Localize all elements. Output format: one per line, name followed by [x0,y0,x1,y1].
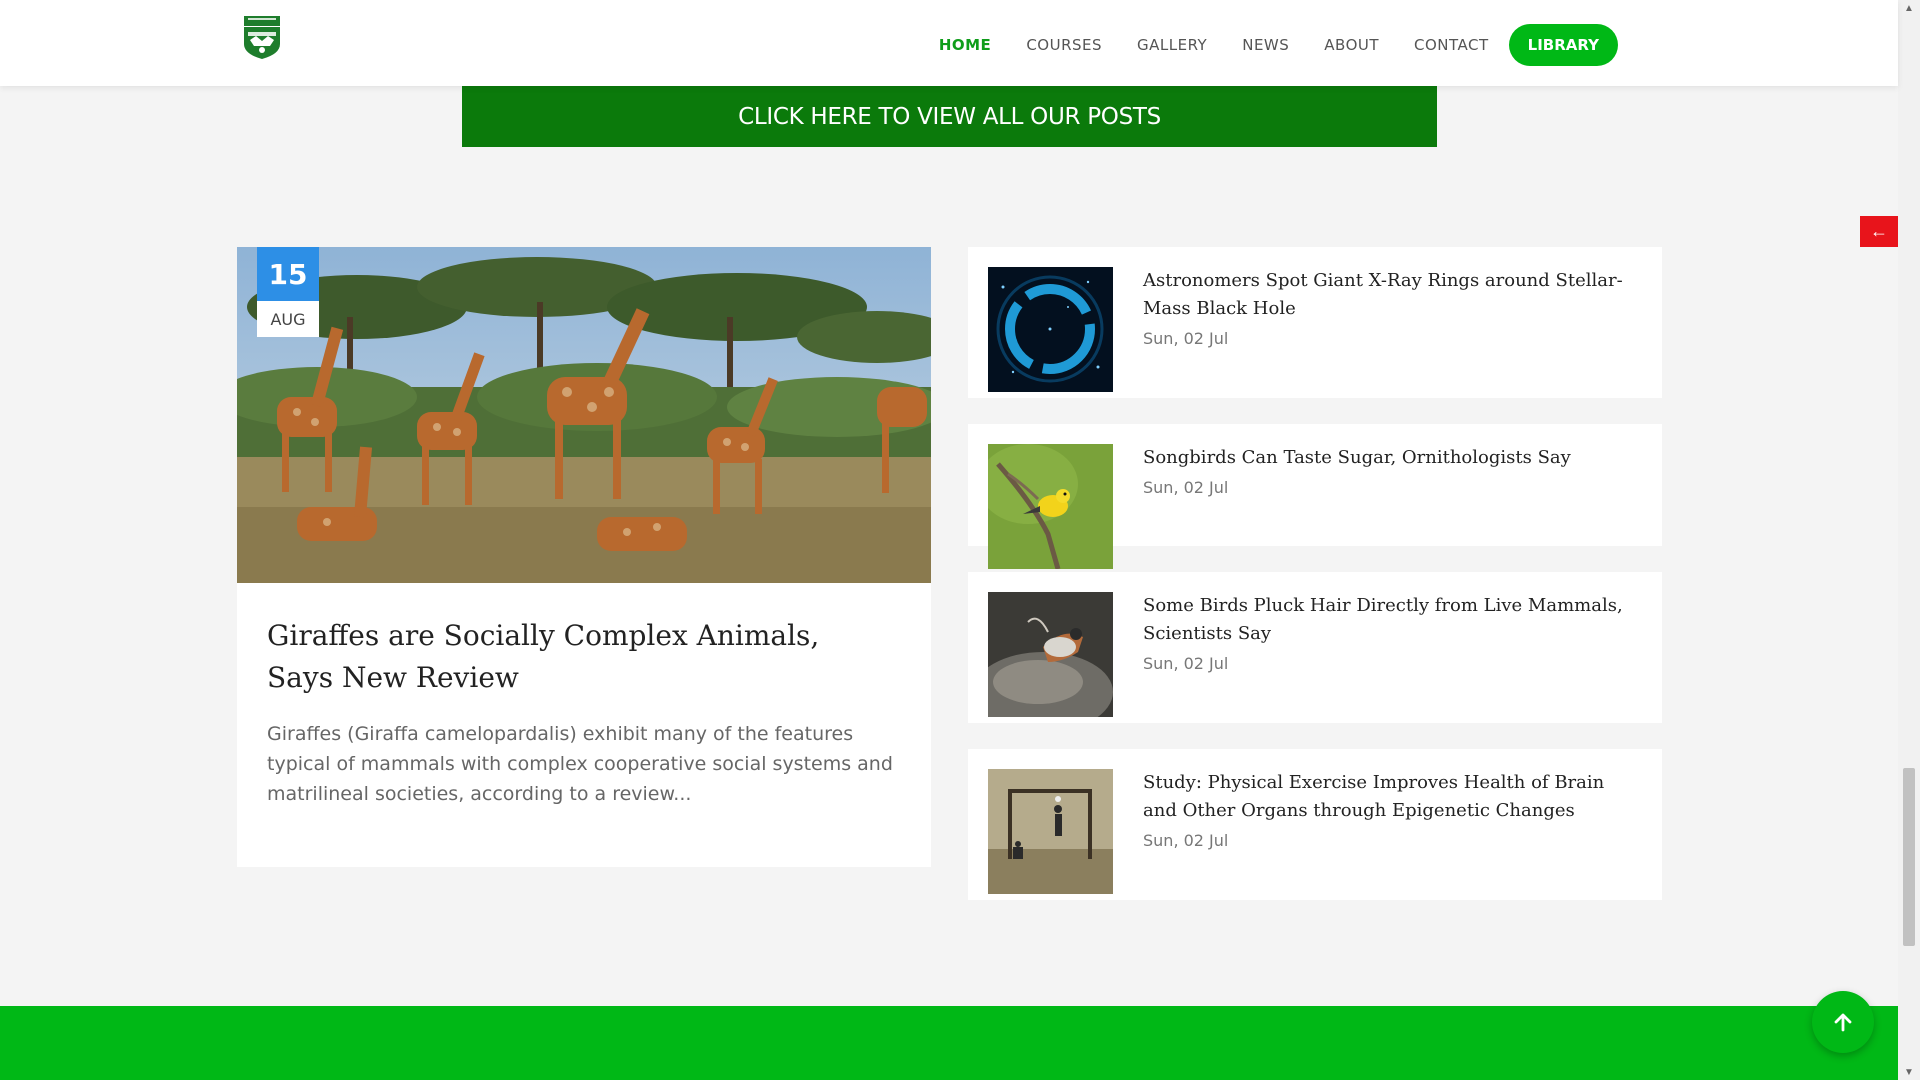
post-title[interactable]: Songbirds Can Taste Sugar, Ornithologist… [1143,444,1643,472]
list-item[interactable]: Study: Physical Exercise Improves Health… [968,749,1662,900]
list-item[interactable]: Astronomers Spot Giant X-Ray Rings aroun… [968,247,1662,398]
scrollbar-thumb[interactable] [1903,768,1915,946]
kids-playing-football-photo[interactable] [988,769,1113,894]
site-header: HOME COURSES GALLERY NEWS ABOUT CONTACT … [0,0,1898,86]
yellow-songbird-photo[interactable] [988,444,1113,569]
page-scrollbar[interactable]: ▲ ▼ [1898,0,1920,1080]
featured-post-excerpt: Giraffes (Giraffa camelopardalis) exhibi… [267,723,893,805]
date-badge: 15 AUG [257,247,319,337]
nav-contact[interactable]: CONTACT [1414,36,1489,54]
post-title[interactable]: Study: Physical Exercise Improves Health… [1143,769,1643,825]
date-day: 15 [257,247,319,301]
list-item[interactable]: Songbirds Can Taste Sugar, Ornithologist… [968,424,1662,569]
featured-post-title[interactable]: Giraffes are Socially Complex Animals, S… [267,615,887,699]
main-nav: HOME COURSES GALLERY NEWS ABOUT CONTACT … [904,24,1618,66]
nav-home[interactable]: HOME [939,36,991,54]
arrow-left-icon[interactable]: ← [1860,216,1898,247]
library-button[interactable]: LIBRARY [1508,24,1618,66]
date-month: AUG [257,301,319,337]
post-title[interactable]: Astronomers Spot Giant X-Ray Rings aroun… [1143,267,1643,323]
xray-rings-photo[interactable] [988,267,1113,392]
view-all-posts-button[interactable]: CLICK HERE TO VIEW ALL OUR POSTS [462,86,1437,147]
post-date: Sun, 02 Jul [1143,478,1229,497]
footer-bar [0,1006,1898,1080]
nav-news[interactable]: NEWS [1242,36,1289,54]
arrow-up-icon [1834,1013,1852,1032]
post-title[interactable]: Some Birds Pluck Hair Directly from Live… [1143,592,1643,648]
post-date: Sun, 02 Jul [1143,831,1229,850]
post-date: Sun, 02 Jul [1143,654,1229,673]
post-date: Sun, 02 Jul [1143,329,1229,348]
list-item[interactable]: Some Birds Pluck Hair Directly from Live… [968,572,1662,723]
scroll-down-arrow-icon[interactable]: ▼ [1898,1064,1920,1080]
giraffes-savanna-photo[interactable] [237,247,931,583]
nav-gallery[interactable]: GALLERY [1137,36,1207,54]
bird-plucking-hair-photo[interactable] [988,592,1113,717]
scroll-up-arrow-icon[interactable]: ▲ [1898,0,1920,16]
nav-courses[interactable]: COURSES [1026,36,1102,54]
school-crest-icon[interactable] [240,14,284,60]
nav-about[interactable]: ABOUT [1324,36,1379,54]
featured-post-card[interactable]: 15 AUG Giraffes are Socially Complex Ani… [237,247,931,867]
scroll-to-top-button[interactable] [1812,991,1874,1053]
